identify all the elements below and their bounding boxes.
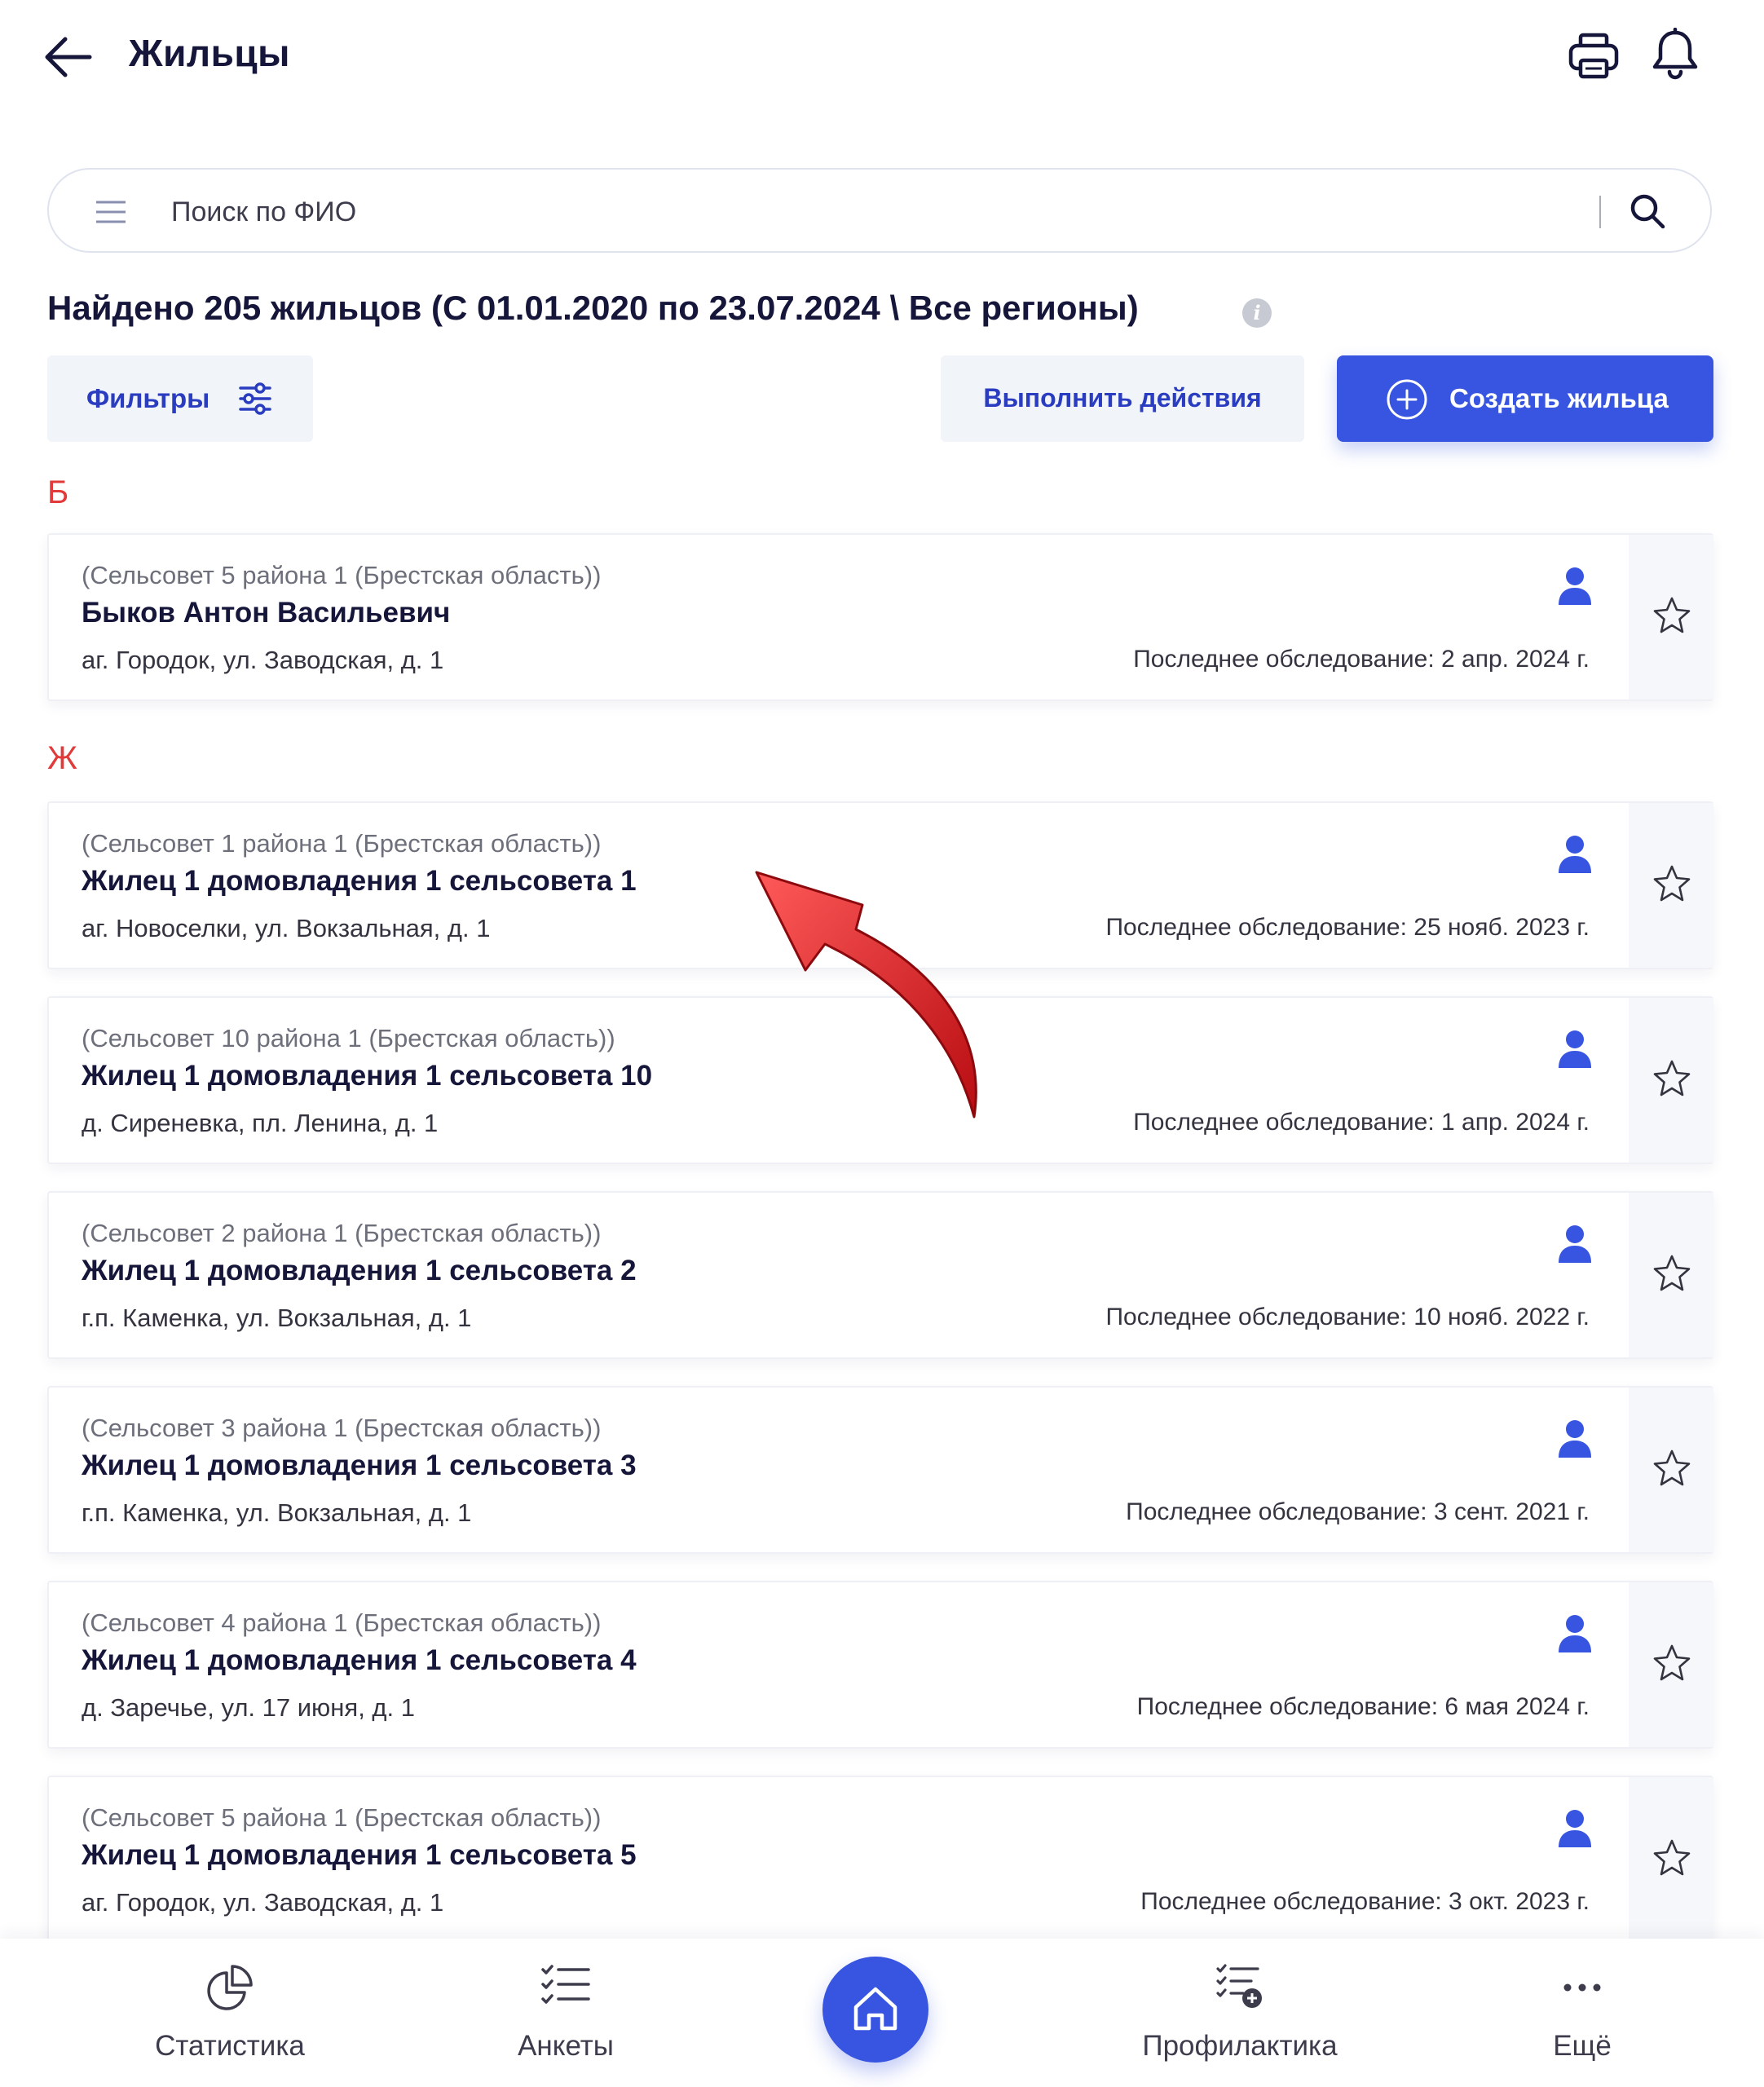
resident-card[interactable]: (Сельсовет 10 района 1 (Брестская област…: [47, 996, 1713, 1164]
app-header: Жильцы: [0, 0, 1764, 114]
plus-circle-icon: [1387, 379, 1427, 420]
more-dots-icon: [1563, 1983, 1601, 1992]
resident-name: Жилец 1 домовладения 1 сельсовета 5: [82, 1839, 637, 1871]
nav-prevention[interactable]: Профилактика: [1134, 1939, 1346, 2087]
actions-button[interactable]: Выполнить действия: [941, 355, 1304, 442]
pie-chart-icon: [207, 1965, 253, 2010]
page-title: Жильцы: [129, 32, 290, 74]
star-icon: [1653, 1839, 1691, 1876]
sliders-icon: [239, 382, 271, 415]
create-resident-button[interactable]: Создать жильца: [1337, 355, 1713, 442]
home-icon: [853, 1987, 897, 2031]
star-icon: [1653, 597, 1691, 633]
results-summary: Найдено 205 жильцов (С 01.01.2020 по 23.…: [47, 289, 1139, 327]
star-icon: [1653, 1060, 1691, 1096]
person-icon: [1559, 1420, 1591, 1458]
star-icon: [1653, 1449, 1691, 1486]
last-survey-date: Последнее обследование: 10 нояб. 2022 г.: [1105, 1304, 1590, 1330]
resident-name: Жилец 1 домовладения 1 сельсовета 1: [82, 865, 637, 897]
favorite-toggle[interactable]: [1629, 1582, 1713, 1747]
last-survey-date: Последнее обследование: 3 окт. 2023 г.: [1140, 1888, 1590, 1915]
arrow-left-icon[interactable]: [42, 33, 95, 82]
star-icon: [1653, 865, 1691, 902]
person-icon: [1559, 1030, 1591, 1068]
printer-icon[interactable]: [1567, 31, 1621, 82]
search-divider: [1599, 196, 1601, 228]
last-survey-date: Последнее обследование: 25 нояб. 2023 г.: [1105, 914, 1590, 941]
checklist-icon: [541, 1965, 590, 2004]
nav-more[interactable]: Ещё: [1476, 1939, 1688, 2087]
resident-name: Жилец 1 домовладения 1 сельсовета 2: [82, 1255, 637, 1286]
nav-label: Ещё: [1553, 2030, 1612, 2062]
resident-region: (Сельсовет 5 района 1 (Брестская область…: [82, 561, 602, 589]
nav-statistics[interactable]: Статистика: [124, 1939, 336, 2087]
nav-home-button[interactable]: [822, 1957, 928, 2063]
person-icon: [1559, 1615, 1591, 1652]
favorite-toggle[interactable]: [1629, 535, 1713, 699]
resident-address: аг. Городок, ул. Заводская, д. 1: [82, 1888, 444, 1917]
section-letter: Б: [47, 474, 69, 510]
create-resident-label: Создать жильца: [1449, 383, 1669, 413]
person-icon: [1559, 1810, 1591, 1847]
resident-address: аг. Городок, ул. Заводская, д. 1: [82, 646, 444, 674]
resident-address: д. Сиреневка, пл. Ленина, д. 1: [82, 1109, 439, 1137]
star-icon: [1653, 1644, 1691, 1681]
bell-icon[interactable]: [1650, 28, 1700, 83]
search-input[interactable]: [170, 188, 1624, 236]
actions-label: Выполнить действия: [983, 383, 1262, 413]
resident-card[interactable]: (Сельсовет 2 района 1 (Брестская область…: [47, 1191, 1713, 1359]
info-icon[interactable]: i: [1242, 298, 1272, 328]
menu-icon[interactable]: [95, 197, 127, 227]
resident-region: (Сельсовет 1 района 1 (Брестская область…: [82, 829, 602, 858]
bottom-navigation: Статистика Анкеты Профилактика Ещё: [0, 1939, 1764, 2087]
search-bar: [47, 168, 1712, 253]
search-icon[interactable]: [1627, 191, 1668, 232]
resident-card[interactable]: (Сельсовет 1 района 1 (Брестская область…: [47, 801, 1713, 969]
resident-address: д. Заречье, ул. 17 июня, д. 1: [82, 1693, 415, 1722]
resident-name: Жилец 1 домовладения 1 сельсовета 3: [82, 1449, 637, 1481]
resident-card[interactable]: (Сельсовет 5 района 1 (Брестская область…: [47, 1776, 1713, 1944]
resident-address: аг. Новоселки, ул. Вокзальная, д. 1: [82, 914, 491, 942]
checklist-add-icon: [1216, 1964, 1262, 2008]
resident-address: г.п. Каменка, ул. Вокзальная, д. 1: [82, 1304, 472, 1332]
favorite-toggle[interactable]: [1629, 803, 1713, 968]
resident-name: Жилец 1 домовладения 1 сельсовета 4: [82, 1644, 637, 1676]
nav-label: Статистика: [155, 2030, 305, 2062]
resident-name: Быков Антон Васильевич: [82, 597, 451, 629]
person-icon: [1559, 1225, 1591, 1263]
resident-name: Жилец 1 домовладения 1 сельсовета 10: [82, 1060, 653, 1092]
nav-questionnaires[interactable]: Анкеты: [460, 1939, 672, 2087]
filters-label: Фильтры: [86, 383, 210, 413]
resident-address: г.п. Каменка, ул. Вокзальная, д. 1: [82, 1498, 472, 1527]
favorite-toggle[interactable]: [1629, 1193, 1713, 1357]
resident-region: (Сельсовет 10 района 1 (Брестская област…: [82, 1024, 615, 1052]
nav-label: Анкеты: [518, 2030, 614, 2062]
resident-card[interactable]: (Сельсовет 3 района 1 (Брестская область…: [47, 1386, 1713, 1554]
section-letter: Ж: [47, 740, 77, 776]
last-survey-date: Последнее обследование: 2 апр. 2024 г.: [1133, 646, 1590, 673]
person-icon: [1559, 836, 1591, 873]
favorite-toggle[interactable]: [1629, 1388, 1713, 1552]
resident-region: (Сельсовет 3 района 1 (Брестская область…: [82, 1414, 602, 1442]
resident-card[interactable]: (Сельсовет 4 района 1 (Брестская область…: [47, 1581, 1713, 1749]
star-icon: [1653, 1255, 1691, 1291]
last-survey-date: Последнее обследование: 6 мая 2024 г.: [1136, 1693, 1590, 1720]
person-icon: [1559, 567, 1591, 605]
resident-region: (Сельсовет 5 района 1 (Брестская область…: [82, 1803, 602, 1832]
last-survey-date: Последнее обследование: 1 апр. 2024 г.: [1133, 1109, 1590, 1136]
nav-label: Профилактика: [1142, 2030, 1338, 2062]
resident-card[interactable]: (Сельсовет 5 района 1 (Брестская область…: [47, 533, 1713, 701]
favorite-toggle[interactable]: [1629, 998, 1713, 1163]
last-survey-date: Последнее обследование: 3 сент. 2021 г.: [1126, 1498, 1590, 1525]
resident-region: (Сельсовет 4 района 1 (Брестская область…: [82, 1608, 602, 1637]
favorite-toggle[interactable]: [1629, 1777, 1713, 1942]
filters-button[interactable]: Фильтры: [47, 355, 313, 442]
resident-region: (Сельсовет 2 района 1 (Брестская область…: [82, 1219, 602, 1247]
